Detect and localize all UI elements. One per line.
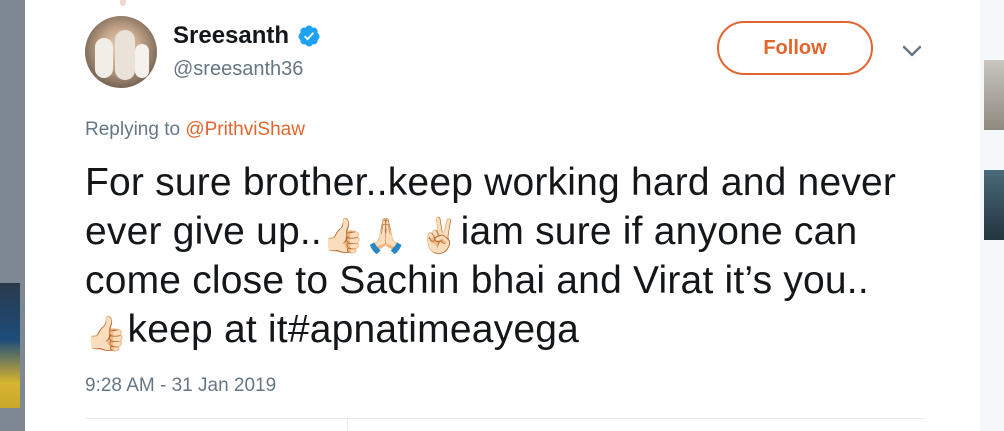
folded-hands-emoji-icon: 🙏🏻	[364, 216, 408, 256]
divider-tick	[347, 419, 348, 431]
replying-to-prefix: Replying to	[85, 119, 181, 140]
chevron-down-icon[interactable]	[901, 40, 923, 62]
thumbs-up-emoji-icon: 👍🏻	[85, 314, 128, 354]
verified-badge-icon	[298, 25, 320, 47]
thumbs-up-emoji-icon: 👍🏻	[321, 216, 365, 256]
tweet-text: For sure brother..keep working hard and …	[85, 158, 905, 354]
tweet-text-part-3: keep at it#apnatimeayega	[127, 308, 579, 351]
decorative-stub	[120, 0, 126, 6]
author-handle[interactable]: @sreesanth36	[173, 58, 303, 81]
divider	[85, 418, 925, 419]
background-right-panel	[980, 0, 1004, 431]
victory-hand-emoji-icon: ✌🏻	[418, 216, 461, 256]
tweet-timestamp[interactable]: 9:28 AM - 31 Jan 2019	[85, 375, 276, 397]
avatar[interactable]	[85, 16, 157, 88]
author-name-row: Sreesanth	[173, 20, 321, 52]
background-left-panel	[0, 0, 25, 431]
tweet-card: Sreesanth @sreesanth36 Follow Replying t…	[25, 0, 980, 431]
background-image-1	[984, 60, 1004, 130]
replying-to-line: Replying to @PrithviShaw	[85, 119, 305, 141]
background-image-2	[984, 170, 1004, 240]
follow-button[interactable]: Follow	[717, 21, 873, 75]
replying-to-link[interactable]: @PrithviShaw	[185, 119, 305, 140]
author-display-name[interactable]: Sreesanth	[173, 22, 289, 50]
background-thumbnail-image	[0, 283, 20, 408]
